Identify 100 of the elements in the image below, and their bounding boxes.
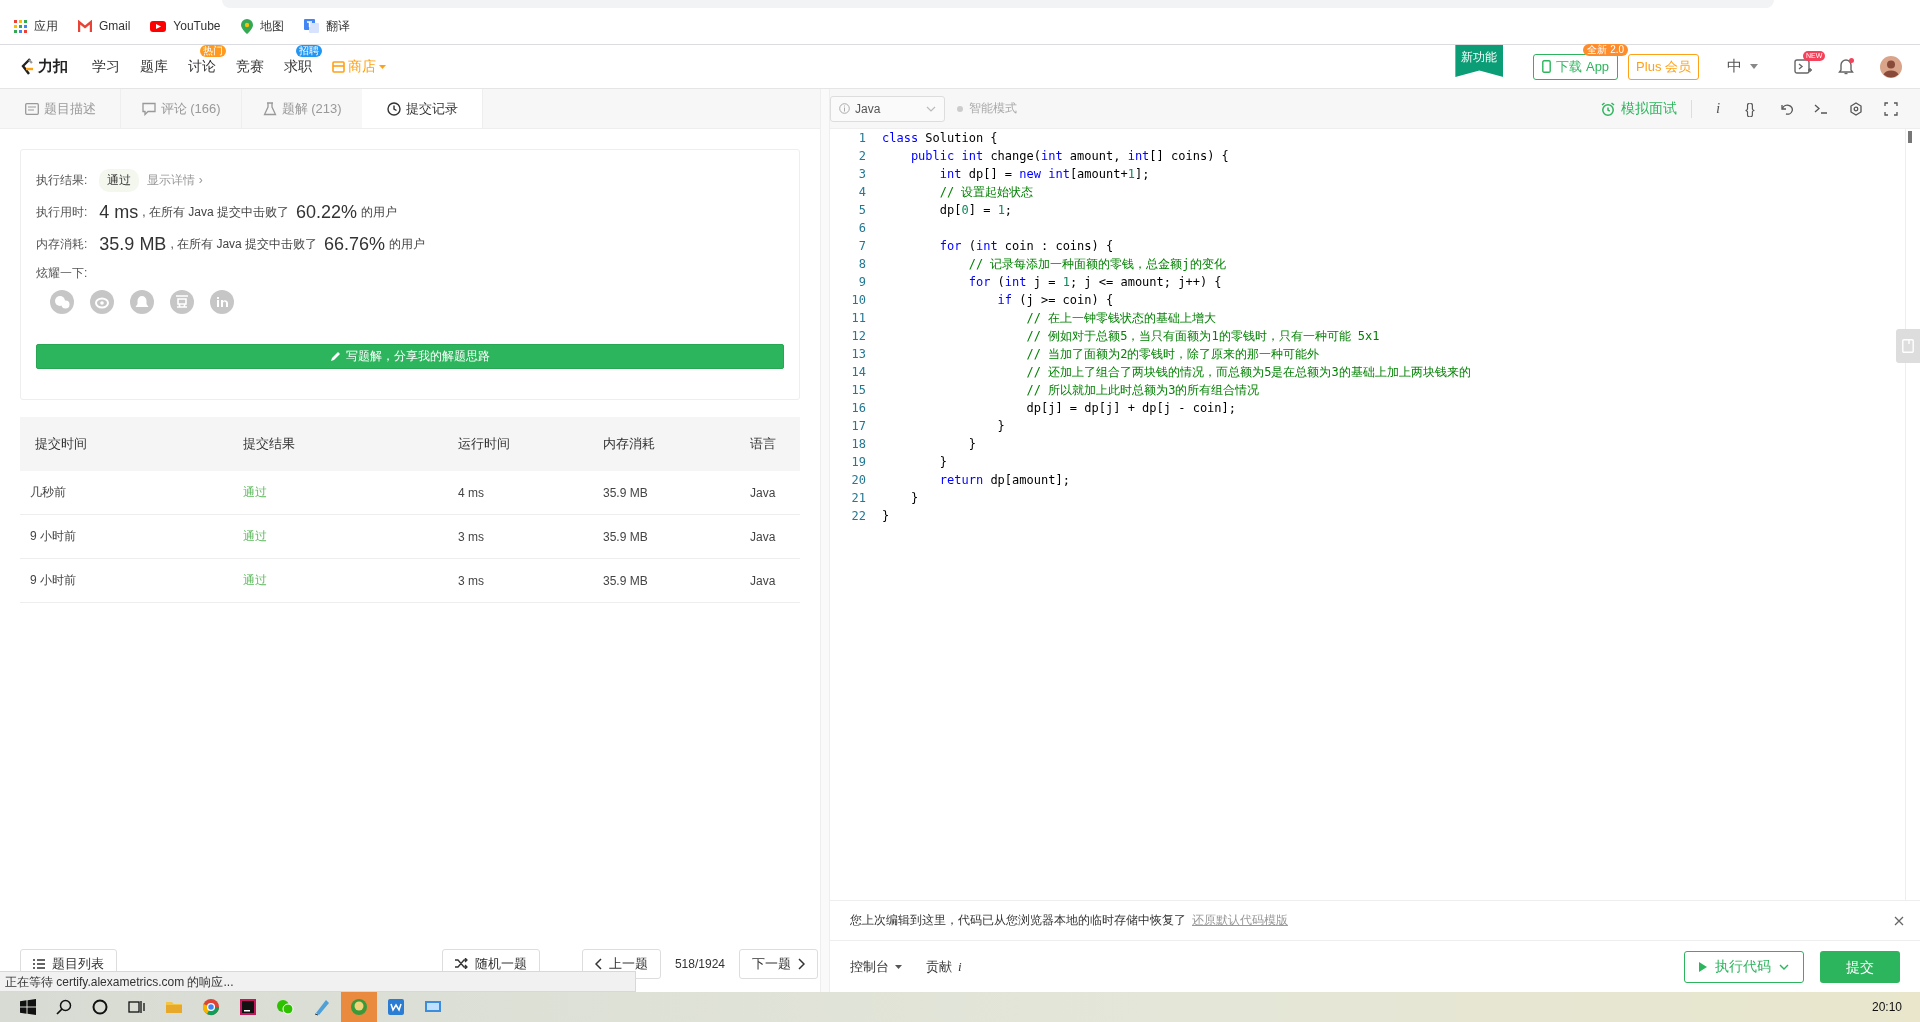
cortana-icon[interactable] [92, 999, 108, 1015]
flask-icon [262, 101, 277, 116]
table-cell-text: 4 ms [458, 485, 485, 500]
search-icon[interactable] [56, 999, 72, 1015]
line-number: 11 [850, 310, 866, 327]
tab[interactable]: 提交记录 [362, 89, 483, 128]
chevron-down-icon [1779, 963, 1789, 970]
line-number: 1 [857, 130, 866, 147]
line-number: 5 [857, 202, 866, 219]
browser-icon[interactable] [202, 998, 220, 1016]
column-header: 提交结果 [243, 435, 296, 453]
code-editor-icon[interactable] [239, 998, 257, 1016]
info-icon [839, 103, 850, 114]
alarm-clock-icon [1601, 101, 1615, 116]
nav-link[interactable]: 题库 [140, 57, 168, 76]
nav-link[interactable]: 竞赛 [236, 57, 264, 76]
console-toggle[interactable]: 控制台 [850, 957, 902, 976]
start-icon[interactable] [20, 999, 36, 1015]
map-pin-icon [240, 18, 253, 34]
nav-link[interactable]: 求职 [284, 57, 312, 76]
code-line: for (int coin : coins) { [938, 239, 1114, 253]
percentile-value: 60.22% [296, 201, 358, 223]
percentile-value: 66.76% [324, 233, 386, 255]
clock: 20:10 [1871, 1000, 1902, 1014]
line-number: 12 [850, 328, 866, 345]
avatar[interactable] [1880, 55, 1902, 78]
column-header: 内存消耗 [603, 435, 656, 453]
metric-text: 的用户 [389, 235, 426, 253]
language-switch[interactable]: 中 [1727, 57, 1758, 76]
column-header: 语言 [750, 435, 777, 453]
column-header: 提交时间 [34, 435, 88, 453]
line-number: 14 [850, 364, 866, 381]
line-number: 4 [857, 184, 866, 201]
loading-status-toast: 正在等待 certify.alexametrics.com 的响应... [0, 971, 636, 992]
apps-icon [14, 19, 27, 33]
line-number: 15 [850, 382, 866, 399]
document-app-icon[interactable] [387, 998, 405, 1016]
toolbar-button[interactable]: {} [1732, 100, 1768, 117]
task-view-icon[interactable] [128, 999, 146, 1015]
chat-app-icon[interactable] [276, 998, 294, 1016]
table-cell-text: 9 小时前 [30, 572, 77, 589]
code-line: } [967, 437, 976, 451]
undo-icon[interactable] [1778, 101, 1793, 116]
metric-value: 4 ms [99, 201, 139, 223]
playground-icon[interactable] [1794, 58, 1812, 75]
line-number: 9 [857, 274, 866, 291]
bell-icon[interactable] [1838, 58, 1854, 75]
splitter-handle[interactable] [820, 89, 830, 992]
line-number: 21 [850, 490, 866, 507]
code-line: } [909, 491, 919, 505]
field-label: 执行结果: [36, 171, 88, 189]
caret-down-icon [379, 64, 386, 69]
fullscreen-icon[interactable] [1883, 101, 1898, 116]
settings-icon[interactable] [1848, 101, 1863, 116]
line-number: 17 [850, 418, 866, 435]
line-number: 19 [850, 454, 866, 471]
mascot-icon[interactable] [350, 998, 368, 1016]
line-number: 8 [857, 256, 866, 273]
restore-notice: 您上次编辑到这里，代码已从您浏览器本地的临时存储中恢复了 [850, 912, 1186, 929]
code-line: // 在上一钟零钱状态的基础上增大 [1025, 311, 1217, 325]
clock-icon [386, 101, 401, 116]
table-cell-text: Java [750, 573, 777, 588]
field-label: 内存消耗: [36, 235, 88, 253]
line-number: 10 [850, 292, 866, 309]
bookmark[interactable]: 地图 [240, 17, 284, 35]
language-select[interactable]: Java [830, 95, 945, 122]
code-line: return dp[amount]; [938, 473, 1070, 487]
code-line: int dp[] = new int[amount+1]; [938, 167, 1150, 181]
problem-counter: 518/1924 [674, 956, 725, 971]
table-cell-text: Java [750, 529, 777, 544]
description-icon [24, 101, 39, 116]
play-icon [1699, 961, 1707, 972]
notebook-icon[interactable] [313, 998, 331, 1016]
logo-icon [20, 57, 34, 76]
store-icon [332, 60, 345, 73]
close-icon[interactable] [1894, 915, 1904, 926]
code-line: for (int j = 1; j <= amount; j++) { [967, 275, 1222, 289]
table-cell-text: 35.9 MB [603, 529, 649, 544]
bookmark[interactable]: 翻译 [303, 17, 350, 35]
metric-value: 35.9 MB [99, 233, 167, 255]
status-badge: 通过 [99, 168, 140, 192]
nav-link[interactable]: 讨论 [188, 57, 216, 76]
metric-text: , 在所有 Java 提交中击败了 [142, 203, 290, 221]
table-cell-text: 3 ms [458, 573, 485, 588]
code-line: } [882, 509, 890, 523]
list-icon [33, 958, 45, 969]
bookmark[interactable]: 应用 [14, 17, 58, 35]
next-problem-button[interactable]: 下一题 [739, 948, 818, 979]
site-logo-text[interactable]: 力扣 [38, 57, 68, 76]
bookmark[interactable]: YouTube [150, 19, 221, 33]
comment-icon [141, 101, 156, 116]
field-label: 执行用时: [36, 203, 88, 221]
nav-link[interactable]: 学习 [92, 57, 120, 76]
chevron-down-icon [926, 105, 936, 112]
line-number: 22 [850, 508, 866, 525]
code-line: // 当加了面额为2的零钱时，除了原来的那一种可能外 [1025, 347, 1320, 361]
bookmark[interactable]: Gmail [78, 19, 131, 33]
toolbar-button[interactable]: i [1704, 100, 1732, 117]
contribute-link[interactable]: 贡献 i [926, 957, 962, 976]
code-line: } [996, 419, 1005, 433]
